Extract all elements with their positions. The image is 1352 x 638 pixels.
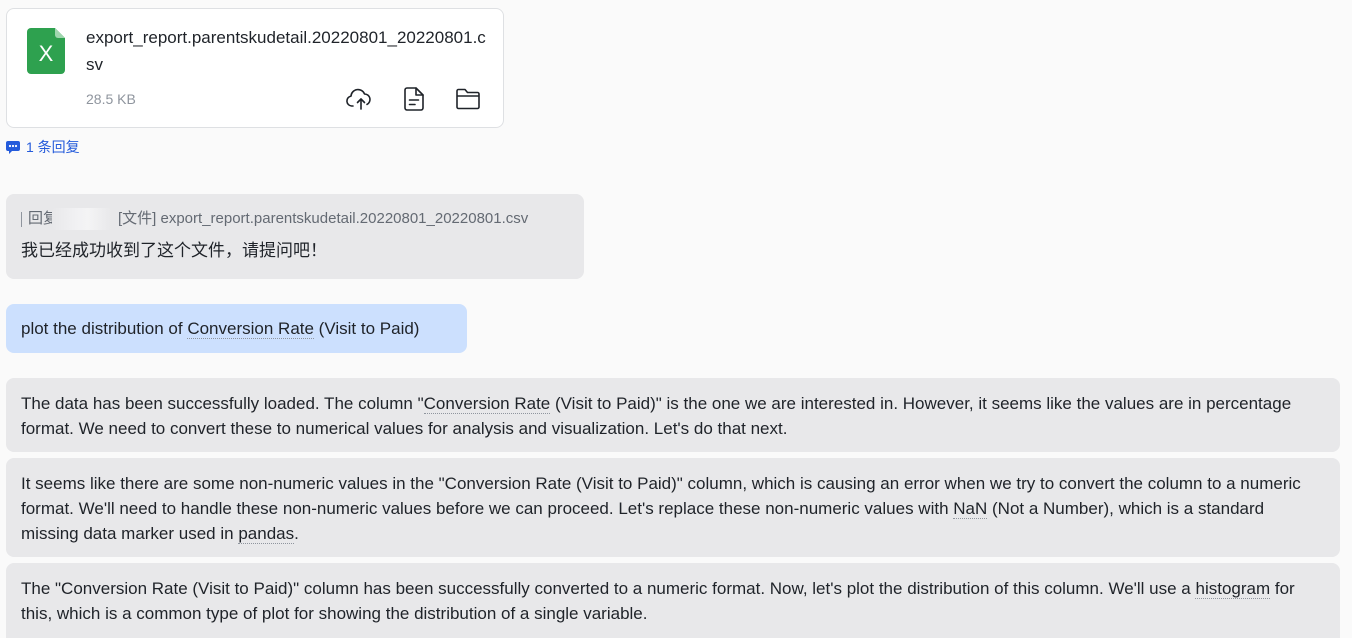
message-text: .: [294, 524, 299, 543]
quote-reply-text: 我已经成功收到了这个文件，请提问吧！: [21, 241, 327, 260]
file-name[interactable]: export_report.parentskudetail.20220801_2…: [86, 24, 486, 78]
assistant-message[interactable]: The "Conversion Rate (Visit to Paid)" co…: [6, 563, 1340, 638]
excel-file-icon: X: [27, 28, 65, 74]
open-folder-button[interactable]: [454, 85, 482, 113]
spellcheck-term[interactable]: NaN: [953, 499, 988, 519]
user-message-text-end: (Visit to Paid): [313, 319, 420, 338]
document-icon: [404, 87, 424, 111]
reply-count-label: 1 条回复: [26, 139, 80, 155]
quote-file-ref: [文件] export_report.parentskudetail.20220…: [118, 210, 529, 227]
folder-icon: [456, 88, 480, 110]
message-text: The data has been successfully loaded. T…: [21, 394, 424, 413]
user-message-text: plot the distribution of: [21, 319, 188, 338]
quote-bar: [21, 211, 22, 227]
assistant-message[interactable]: The data has been successfully loaded. T…: [6, 378, 1340, 452]
spellcheck-term[interactable]: Conversion Rate: [423, 394, 551, 414]
open-document-button[interactable]: [400, 85, 428, 113]
spellcheck-term[interactable]: Conversion Rate: [187, 319, 314, 339]
thread-reply-link[interactable]: 1 条回复: [6, 137, 80, 157]
comment-icon: [6, 140, 20, 154]
file-size: 28.5 KB: [86, 91, 136, 107]
user-message[interactable]: plot the distribution of Conversion Rate…: [6, 304, 467, 353]
spellcheck-term[interactable]: pandas: [238, 524, 295, 544]
quoted-reply-message[interactable]: 回复 [文件] export_report.parentskudetail.20…: [6, 194, 584, 279]
assistant-message[interactable]: It seems like there are some non-numeric…: [6, 458, 1340, 557]
quote-reference[interactable]: 回复 [文件] export_report.parentskudetail.20…: [21, 208, 569, 230]
file-card[interactable]: X export_report.parentskudetail.20220801…: [6, 8, 504, 128]
message-text: The "Conversion Rate (Visit to Paid)" co…: [21, 579, 1196, 598]
cloud-upload-button[interactable]: [345, 85, 373, 113]
spellcheck-term[interactable]: histogram: [1195, 579, 1271, 599]
redacted-username: [52, 208, 112, 230]
cloud-upload-icon: [346, 88, 371, 110]
quote-prefix: 回复: [28, 210, 52, 227]
excel-icon-letter: X: [38, 41, 54, 66]
